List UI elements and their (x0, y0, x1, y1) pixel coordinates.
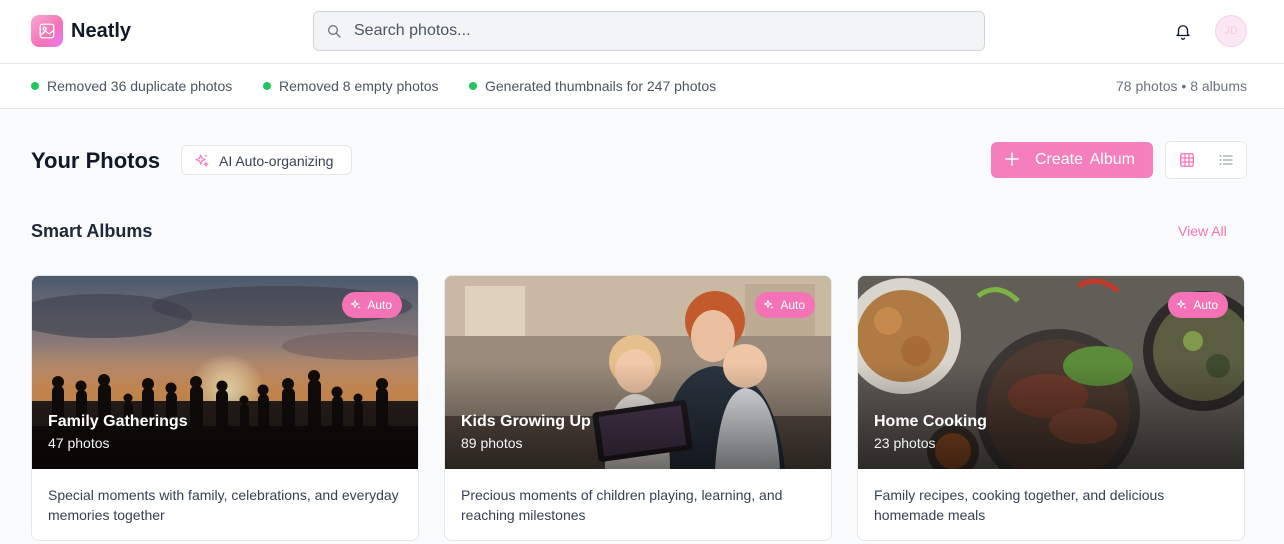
album-photo-count: 89 photos (461, 435, 523, 451)
app-logo[interactable] (31, 15, 63, 47)
auto-badge-label: Auto (1193, 298, 1218, 312)
album-title: Home Cooking (874, 413, 987, 430)
status-dot (469, 82, 477, 90)
status-text: Removed 8 empty photos (279, 78, 439, 94)
album-description: Precious moments of children playing, le… (461, 487, 783, 523)
album-title: Kids Growing Up (461, 413, 591, 430)
status-empty: Removed 8 empty photos (263, 78, 439, 94)
user-avatar[interactable]: JD (1215, 15, 1247, 47)
library-counts: 78 photos • 8 albums (1116, 78, 1247, 94)
album-description: Family recipes, cooking together, and de… (874, 487, 1165, 523)
album-card-home-cooking[interactable]: Auto Home Cooking 23 photos Family recip… (857, 275, 1245, 541)
search-input[interactable] (354, 12, 974, 50)
album-photo-count: 23 photos (874, 435, 936, 451)
status-dot (263, 82, 271, 90)
album-title: Family Gatherings (48, 413, 188, 430)
app-name: Neatly (71, 20, 132, 42)
status-text: Generated thumbnails for 247 photos (485, 78, 717, 94)
image-icon (39, 23, 55, 39)
page-title: Your Photos (31, 148, 161, 173)
status-text: Removed 36 duplicate photos (47, 78, 233, 94)
view-toggle (1165, 141, 1247, 179)
sparkles-icon (1177, 300, 1187, 309)
sparkles-icon (351, 300, 361, 309)
ai-organizing-badge[interactable]: AI Auto-organizing (181, 145, 352, 175)
sparkles-icon (764, 300, 774, 309)
status-bar: Removed 36 duplicate photos Removed 8 em… (0, 64, 1284, 109)
list-view-icon[interactable] (1219, 153, 1233, 167)
auto-badge: Auto (755, 292, 815, 318)
top-bar: Neatly JD (0, 0, 1284, 64)
bell-icon[interactable] (1174, 22, 1192, 40)
search-bar (313, 11, 985, 51)
sparkles-icon (195, 154, 209, 167)
album-card-family-gatherings[interactable]: Auto Family Gatherings 47 photos Special… (31, 275, 419, 541)
album-description: Special moments with family, celebration… (48, 487, 399, 523)
auto-badge-label: Auto (367, 298, 392, 312)
grid-view-icon[interactable] (1180, 153, 1194, 167)
auto-badge-label: Auto (780, 298, 805, 312)
auto-badge: Auto (342, 292, 402, 318)
status-duplicates: Removed 36 duplicate photos (31, 78, 232, 94)
status-thumbnails: Generated thumbnails for 247 photos (469, 78, 716, 94)
album-card-kids-growing-up[interactable]: Auto Kids Growing Up 89 photos Precious … (444, 275, 832, 541)
status-dot (31, 82, 39, 90)
plus-icon (1005, 152, 1019, 166)
section-title: Smart Albums (31, 221, 153, 241)
ai-badge-label: AI Auto-organizing (219, 153, 334, 169)
view-all-link[interactable]: View All (1178, 223, 1227, 239)
auto-badge: Auto (1168, 292, 1228, 318)
search-icon (328, 25, 341, 38)
album-photo-count: 47 photos (48, 435, 110, 451)
create-album-label: Create Album (1035, 151, 1135, 168)
create-album-button[interactable]: Create Album (991, 142, 1153, 178)
